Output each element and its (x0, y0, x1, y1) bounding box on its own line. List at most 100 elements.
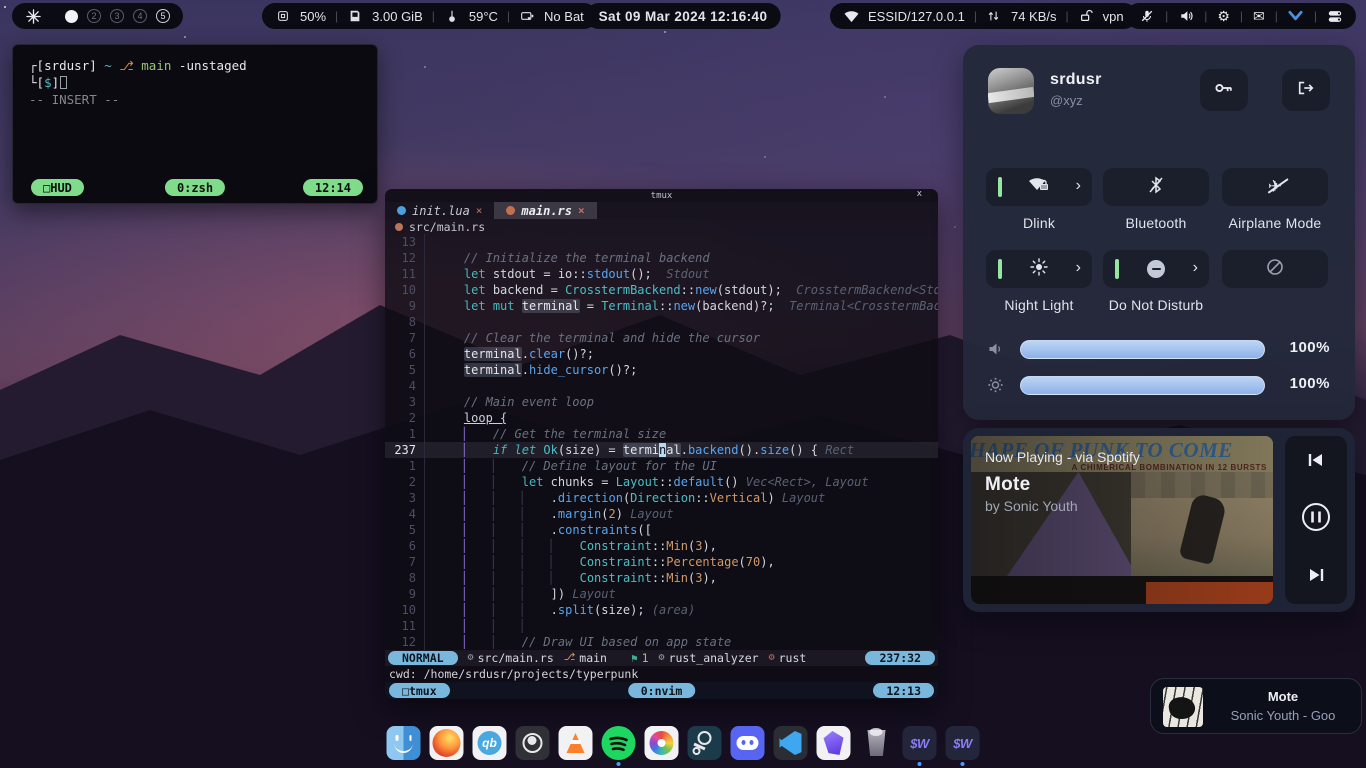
dock-qbittorrent[interactable]: qb (473, 726, 507, 760)
code-line[interactable]: 9 ▏ ▏ ▏ ]) Layout (385, 586, 938, 602)
code-line[interactable]: 7 // Clear the terminal and hide the cur… (385, 330, 938, 346)
pause-button[interactable] (1301, 502, 1331, 537)
tmux-session-pill[interactable]: 0:nvim (628, 683, 696, 698)
media-notification[interactable]: Mote Sonic Youth - Goo (1150, 678, 1362, 734)
album-art[interactable]: SHAPE OF PUNK TO COME A CHIMERICAL BOMBI… (971, 436, 1273, 604)
tab-init-lua[interactable]: init.lua × (385, 202, 494, 219)
window-titlebar[interactable]: tmux x (385, 189, 938, 202)
filetype: rust (779, 651, 807, 665)
previous-track-button[interactable] (1305, 450, 1327, 475)
code-line[interactable]: 4 (385, 378, 938, 394)
next-track-button[interactable] (1305, 565, 1327, 590)
dock-firefox[interactable] (430, 726, 464, 760)
user-handle: @xyz (1050, 93, 1083, 108)
code-line[interactable]: 2 loop { (385, 410, 938, 426)
now-playing-source: Now Playing - via Spotify (985, 449, 1140, 465)
toggle-dlink[interactable]: › (986, 168, 1092, 206)
toggle-bluetooth[interactable] (1103, 168, 1209, 206)
code-line[interactable]: 10 ▏ ▏ ▏ .split(size); (area) (385, 602, 938, 618)
hud-badge[interactable]: □ HUD (31, 179, 84, 196)
terminal-window[interactable]: ┌[srdusr] ~ ⎇ main -unstaged └[$] -- INS… (12, 44, 378, 204)
workspace-3[interactable]: 3 (110, 9, 124, 23)
rust-icon (506, 206, 515, 215)
git-branch-icon: ⎇ (564, 653, 576, 663)
code-line[interactable]: 9 let mut terminal = Terminal::new(backe… (385, 298, 938, 314)
chevron-right-icon[interactable]: › (1193, 258, 1198, 278)
dock-discord[interactable] (731, 726, 765, 760)
dock-app-w1[interactable]: $W (903, 726, 937, 760)
running-indicator (961, 762, 965, 766)
gear-icon: ⚙ (468, 653, 474, 663)
dock-app-w2[interactable]: $W (946, 726, 980, 760)
workspace-4[interactable]: 4 (133, 9, 147, 23)
workspace-5[interactable]: 5 (156, 9, 170, 23)
dock-obs[interactable] (516, 726, 550, 760)
code-line[interactable]: 11 ▏ ▏ ▏ (385, 618, 938, 634)
chevron-right-icon[interactable]: › (1076, 176, 1081, 196)
temperature: 59°C (469, 9, 498, 24)
code-line[interactable]: 5 ▏ ▏ ▏ .constraints([ (385, 522, 938, 538)
dock-vlc[interactable] (559, 726, 593, 760)
toggle-night-light[interactable]: › (986, 250, 1092, 288)
code-line[interactable]: 5 terminal.hide_cursor()?; (385, 362, 938, 378)
layout-switcher-icon[interactable] (1327, 8, 1343, 24)
toggle-airplane-mode[interactable]: ✈ (1222, 168, 1328, 206)
keyring-button[interactable] (1200, 69, 1248, 111)
clock-pill[interactable]: Sat 09 Mar 2024 12:16:40 (586, 3, 781, 29)
system-stats-pill: 50% | 3.00 GiB | 59°C | No Bat (262, 3, 597, 29)
code-line[interactable]: 11 let stdout = io::stdout(); Stdout (385, 266, 938, 282)
dock-spotify[interactable] (602, 726, 636, 760)
dock-photos[interactable] (645, 726, 679, 760)
code-line[interactable]: 7 ▏ ▏ ▏ ▏ Constraint::Percentage(70), (385, 554, 938, 570)
blocked-icon (1266, 258, 1284, 281)
code-line[interactable]: 8 (385, 314, 938, 330)
dock-obsidian[interactable] (817, 726, 851, 760)
window-close-button[interactable]: x (917, 189, 922, 199)
microphone-muted-icon[interactable] (1139, 8, 1155, 24)
tab-close-icon[interactable]: × (476, 204, 483, 217)
code-line[interactable]: 4 ▏ ▏ ▏ .margin(2) Layout (385, 506, 938, 522)
code-line[interactable]: 6 ▏ ▏ ▏ ▏ Constraint::Min(3), (385, 538, 938, 554)
code-line[interactable]: 2 ▏ ▏ let chunks = Layout::default() Vec… (385, 474, 938, 490)
dock-file-manager[interactable] (387, 726, 421, 760)
chevron-right-icon[interactable]: › (1076, 258, 1081, 278)
logout-button[interactable] (1282, 69, 1330, 111)
mail-tray-icon[interactable]: ✉ (1253, 9, 1265, 23)
vim-mode-pill: NORMAL (388, 651, 458, 665)
volume-slider[interactable] (1020, 340, 1265, 359)
code-line[interactable]: 12 // Initialize the terminal backend (385, 250, 938, 266)
code-line[interactable]: 13 (385, 234, 938, 250)
notification-body: Sonic Youth - Goo (1211, 708, 1355, 723)
workspace-1-active[interactable] (65, 10, 78, 23)
launcher-sparkle-icon[interactable] (25, 8, 41, 24)
workspace-2[interactable]: 2 (87, 9, 101, 23)
tab-close-icon[interactable]: × (578, 204, 585, 217)
dock-trash[interactable] (860, 726, 894, 760)
tmux-window-pill[interactable]: □ tmux (389, 683, 450, 698)
dock-steam[interactable] (688, 726, 722, 760)
toggle-blocked[interactable] (1222, 250, 1328, 288)
brightness-slider[interactable] (1020, 376, 1265, 395)
session-badge[interactable]: 0:zsh (165, 179, 225, 196)
memory-usage: 3.00 GiB (372, 9, 423, 24)
code-line[interactable]: 10 let backend = CrosstermBackend::new(s… (385, 282, 938, 298)
code-line[interactable]: 3 // Main event loop (385, 394, 938, 410)
code-line[interactable]: 1 ▏ ▏ // Define layout for the UI (385, 458, 938, 474)
code-line[interactable]: 12 ▏ ▏ // Draw UI based on app state (385, 634, 938, 650)
toggle-do-not-disturb[interactable]: › (1103, 250, 1209, 288)
code-line[interactable]: 237 ▏ if let Ok(size) = terminal.backend… (385, 442, 938, 458)
brightness-value: 100% (1290, 375, 1330, 392)
editor-window[interactable]: tmux x init.lua × main.rs × src/main.rs … (385, 189, 938, 699)
code-line[interactable]: 8 ▏ ▏ ▏ ▏ Constraint::Min(3), (385, 570, 938, 586)
code-line[interactable]: 3 ▏ ▏ ▏ .direction(Direction::Vertical) … (385, 490, 938, 506)
code-line[interactable]: 1 ▏ // Get the terminal size (385, 426, 938, 442)
thermometer-icon (444, 8, 460, 24)
tab-main-rs[interactable]: main.rs × (494, 202, 596, 219)
chevron-down-icon[interactable] (1288, 8, 1304, 24)
speaker-icon[interactable] (1178, 8, 1194, 24)
user-avatar[interactable] (988, 68, 1034, 114)
cpu-usage: 50% (300, 9, 326, 24)
code-line[interactable]: 6 terminal.clear()?; (385, 346, 938, 362)
settings-gear-icon[interactable]: ⚙ (1217, 9, 1230, 23)
dock-vscode[interactable] (774, 726, 808, 760)
